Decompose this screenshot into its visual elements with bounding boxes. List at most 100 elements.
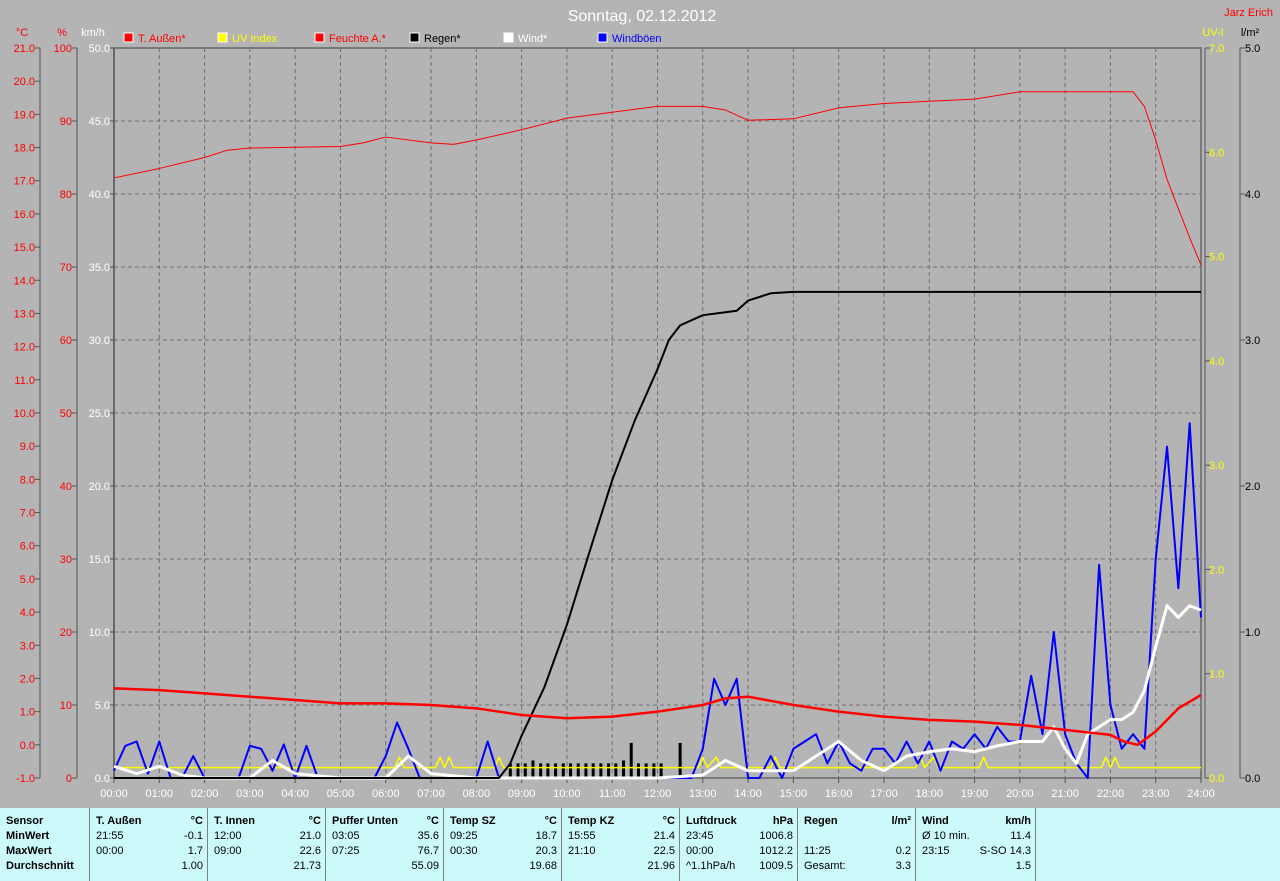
table-cell: 09:25 (450, 830, 478, 842)
table-row: 21.96 (568, 859, 675, 874)
axis-tick-label-humidity: 60 (60, 335, 72, 347)
table-cell: Temp SZ (450, 815, 496, 827)
axis-tick-label-temp: 8.0 (20, 474, 35, 486)
x-tick-label: 03:00 (236, 788, 264, 800)
table-column-1: T. Außen °C 21:55 -0.1 00:00 1.7 1.00 (90, 808, 208, 881)
rain-interval-bar (516, 763, 520, 778)
table-header: Sensor (6, 814, 85, 829)
table-row: 21.73 (214, 859, 321, 874)
table-row: Durchschnitt (6, 859, 85, 874)
table-cell: S-SO 14.3 (979, 845, 1031, 857)
axis-tick-label-uv: 7.0 (1209, 43, 1224, 55)
axis-unit-rain: l/m² (1241, 27, 1260, 39)
table-cell: °C (662, 815, 675, 827)
rain-interval-bar (614, 763, 618, 778)
table-cell: Luftdruck (686, 815, 737, 827)
weather-chart: Sonntag, 02.12.2012 Jarz Erich T. Außen*… (14, 7, 1273, 800)
table-cell: 23:15 (922, 845, 950, 857)
table-row: MaxWert (6, 844, 85, 859)
table-header: Luftdruck hPa (686, 814, 793, 829)
table-row: 00:00 1.7 (96, 844, 203, 859)
table-cell: 21.4 (653, 830, 675, 842)
axis-tick-label-temp: 2.0 (20, 673, 35, 685)
axis-tick-label-temp: 17.0 (14, 176, 35, 188)
axis-tick-label-uv: 3.0 (1209, 460, 1224, 472)
axis-tick-label-temp: 12.0 (14, 342, 35, 354)
table-row: 19.68 (450, 859, 557, 874)
axis-tick-label-temp: -1.0 (16, 773, 35, 785)
rain-interval-bar (652, 763, 656, 778)
table-cell: °C (308, 815, 321, 827)
table-column-6: Luftdruck hPa 23:45 1006.8 00:00 1012.2 ^1.1hP… (680, 808, 798, 881)
rain-interval-bar (591, 763, 595, 778)
table-header: Temp SZ °C (450, 814, 557, 829)
table-cell: 20.3 (535, 845, 557, 857)
axis-tick-label-temp: 20.0 (14, 76, 35, 88)
axis-tick-label-uv: 0.0 (1209, 773, 1224, 785)
author-label: Jarz Erich (1224, 7, 1273, 19)
axis-tick-label-uv: 1.0 (1209, 669, 1224, 681)
x-tick-label: 15:00 (780, 788, 808, 800)
table-cell: 00:00 (686, 845, 714, 857)
table-cell: Sensor (6, 815, 44, 827)
table-cell: 15:55 (568, 830, 596, 842)
axis-tick-label-temp: 16.0 (14, 209, 35, 221)
table-column-4: Temp SZ °C 09:25 18.7 00:30 20.3 19.68 (444, 808, 562, 881)
x-tick-label: 06:00 (372, 788, 400, 800)
axis-tick-label-uv: 2.0 (1209, 564, 1224, 576)
x-tick-label: 08:00 (463, 788, 491, 800)
rain-interval-bar (659, 763, 663, 778)
table-row: Gesamt: 3.3 (804, 859, 911, 874)
table-cell: °C (426, 815, 439, 827)
table-header: Temp KZ °C (568, 814, 675, 829)
table-row (804, 829, 911, 844)
table-cell: 07:25 (332, 845, 360, 857)
table-cell: 11:25 (804, 845, 831, 857)
table-row: 21:55 -0.1 (96, 829, 203, 844)
axis-tick-label-temp: 13.0 (14, 308, 35, 320)
legend-label-4: Wind* (518, 33, 548, 45)
axis-tick-label-wind: 25.0 (89, 408, 110, 420)
table-cell: Durchschnitt (6, 860, 74, 872)
rain-interval-bar (622, 760, 626, 778)
legend-swatch-1 (217, 32, 228, 43)
legend: T. Außen* UV Index Feuchte A.* Regen* Wind* W… (123, 32, 662, 45)
table-row: 12:00 21.0 (214, 829, 321, 844)
axis-tick-label-wind: 5.0 (95, 700, 110, 712)
table-cell: 21:10 (568, 845, 596, 857)
rain-interval-bar (561, 763, 565, 778)
axis-tick-label-temp: 18.0 (14, 143, 35, 155)
rain-interval-bar (569, 763, 573, 778)
x-tick-label: 11:00 (599, 788, 626, 800)
table-cell: 12:00 (214, 830, 242, 842)
axis-tick-label-temp: 0.0 (20, 740, 35, 752)
legend-label-3: Regen* (424, 33, 461, 45)
axis-tick-label-wind: 40.0 (89, 189, 110, 201)
table-row: 09:00 22.6 (214, 844, 321, 859)
x-tick-label: 24:00 (1187, 788, 1215, 800)
x-tick-label: 01:00 (146, 788, 174, 800)
legend-swatch-5 (597, 32, 608, 43)
table-cell: 1.5 (1015, 860, 1031, 872)
x-tick-label: 16:00 (825, 788, 853, 800)
axis-tick-label-temp: 21.0 (14, 43, 35, 55)
table-column-0: Sensor MinWert MaxWert Durchschnitt (0, 808, 90, 881)
x-tick-label: 02:00 (191, 788, 219, 800)
table-cell: 22.6 (299, 845, 321, 857)
x-tick-label: 04:00 (281, 788, 309, 800)
x-tick-label: 07:00 (417, 788, 445, 800)
axis-tick-label-wind: 50.0 (89, 43, 110, 55)
axis-tick-label-rain: 2.0 (1245, 481, 1260, 493)
x-tick-label: 12:00 (644, 788, 672, 800)
table-row: 00:00 1012.2 (686, 844, 793, 859)
axis-tick-label-humidity: 20 (60, 627, 72, 639)
table-cell: T. Außen (96, 815, 142, 827)
axis-tick-label-wind: 10.0 (89, 627, 110, 639)
table-cell: Puffer Unten (332, 815, 398, 827)
rain-interval-bar (678, 742, 682, 778)
table-cell: 21.96 (647, 860, 675, 872)
axis-tick-label-temp: 5.0 (20, 574, 35, 586)
table-cell: km/h (1005, 815, 1031, 827)
table-column-2: T. Innen °C 12:00 21.0 09:00 22.6 21.73 (208, 808, 326, 881)
table-row: 03:05 35.6 (332, 829, 439, 844)
